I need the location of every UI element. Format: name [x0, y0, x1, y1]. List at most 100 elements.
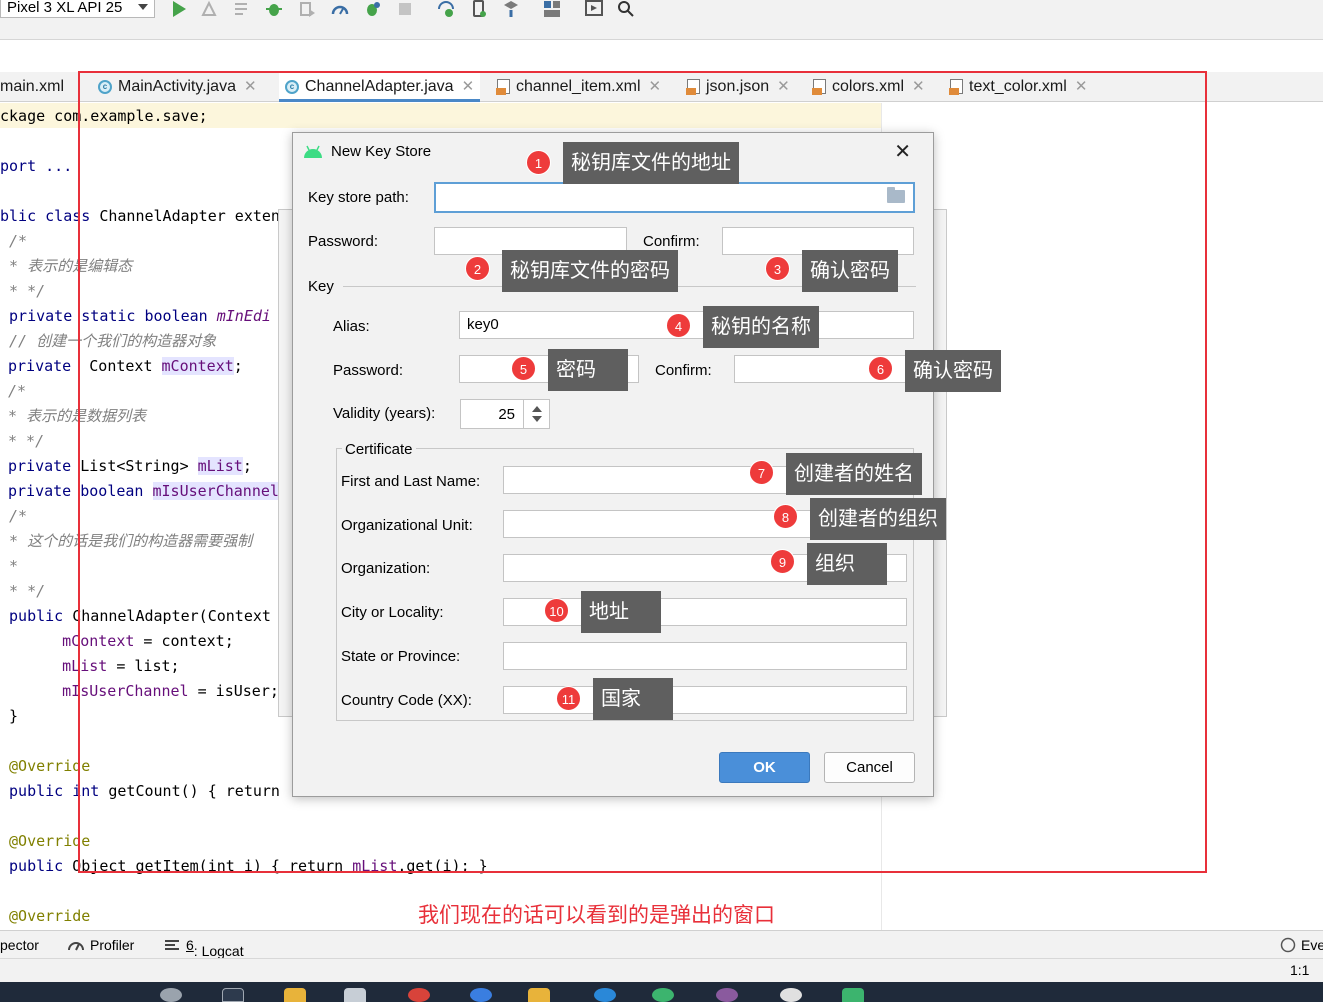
- android-studio-icon[interactable]: [842, 988, 864, 1002]
- close-icon[interactable]: ✕: [1075, 78, 1088, 95]
- run-icon[interactable]: [170, 0, 188, 18]
- attach-process-icon[interactable]: [363, 0, 381, 18]
- profile-icon[interactable]: [331, 0, 349, 18]
- task-view-icon[interactable]: [222, 988, 244, 1002]
- first-last-name-label: First and Last Name:: [341, 473, 481, 490]
- tab-label: ChannelAdapter.java: [305, 78, 454, 95]
- project-structure-icon[interactable]: [543, 0, 561, 18]
- annotation-number: 10: [544, 598, 569, 623]
- android-icon: [304, 145, 322, 158]
- close-icon[interactable]: ✕: [894, 139, 911, 164]
- code-line: private List<String> mList;: [8, 457, 252, 475]
- tab-colors-xml[interactable]: colors.xml ✕: [812, 72, 925, 102]
- close-icon[interactable]: ✕: [462, 78, 475, 95]
- app-icon[interactable]: [716, 988, 738, 1002]
- search-icon[interactable]: [617, 0, 635, 18]
- tab-json-json[interactable]: json.json ✕: [686, 72, 790, 102]
- annotation-number: 9: [770, 549, 795, 574]
- debug-icon[interactable]: [265, 0, 283, 18]
- caret-position[interactable]: 1:1: [1290, 962, 1309, 978]
- validity-label: Validity (years):: [333, 405, 436, 422]
- layout-inspector-button[interactable]: pector: [0, 937, 39, 953]
- attach-debugger-icon[interactable]: [298, 0, 316, 18]
- xml-file-icon: [949, 79, 963, 96]
- device-file-explorer-icon[interactable]: [585, 0, 603, 18]
- class-icon: c: [98, 79, 112, 94]
- store-icon[interactable]: [344, 988, 366, 1002]
- annotation-number: 5: [511, 356, 536, 381]
- sdk-manager-icon[interactable]: [502, 0, 520, 18]
- code-line: blic class ChannelAdapter exten: [0, 207, 280, 225]
- close-icon[interactable]: ✕: [912, 78, 925, 95]
- event-log-icon: [1280, 937, 1296, 953]
- ok-button[interactable]: OK: [719, 752, 810, 783]
- tab-mainactivity-java[interactable]: c MainActivity.java ✕: [98, 72, 257, 102]
- file-explorer-icon[interactable]: [284, 988, 306, 1002]
- xml-file-icon: [812, 79, 826, 96]
- validity-spinner[interactable]: 25: [460, 399, 550, 429]
- annotation-number: 4: [666, 313, 691, 338]
- app-icon[interactable]: [528, 988, 550, 1002]
- json-file-icon: [686, 79, 700, 96]
- keystore-password-label: Password:: [308, 233, 379, 250]
- sync-gradle-icon[interactable]: [437, 0, 455, 18]
- close-icon[interactable]: ✕: [244, 78, 257, 95]
- code-comment: /*: [0, 507, 28, 525]
- tab-channel-item-xml[interactable]: channel_item.xml ✕: [496, 72, 662, 102]
- alias-value: key0: [467, 316, 499, 333]
- city-label: City or Locality:: [341, 604, 444, 621]
- code-comment: /*: [0, 232, 28, 250]
- apply-code-changes-icon[interactable]: [233, 0, 251, 18]
- event-log-button[interactable]: Eve: [1301, 937, 1323, 953]
- chevron-up-icon[interactable]: [532, 406, 542, 412]
- code-annotation: @Override: [0, 907, 91, 925]
- search-icon[interactable]: [160, 988, 182, 1002]
- annotation-number: 2: [465, 256, 490, 281]
- profiler-button[interactable]: Profiler: [90, 937, 134, 953]
- logcat-button[interactable]: 6: Logcat: [186, 937, 244, 959]
- code-comment: // 创建一个我们的构造器对象: [0, 332, 217, 350]
- editor-tabs: main.xml c MainActivity.java ✕ c ChannelAda…: [0, 72, 1323, 102]
- annotation-label: 创建者的组织: [810, 498, 946, 540]
- tab-channeladapter-java[interactable]: c ChannelAdapter.java ✕: [279, 72, 481, 102]
- app-icon[interactable]: [594, 988, 616, 1002]
- device-selector[interactable]: Pixel 3 XL API 25: [0, 0, 155, 18]
- device-selector-label: Pixel 3 XL API 25: [7, 0, 123, 16]
- close-icon[interactable]: ✕: [649, 78, 662, 95]
- folder-icon[interactable]: [887, 187, 905, 203]
- tab-text-color-xml[interactable]: text_color.xml ✕: [949, 72, 1088, 102]
- annotation-label: 确认密码: [802, 250, 898, 292]
- chevron-down-icon[interactable]: [532, 416, 542, 422]
- annotation-label: 国家: [593, 678, 673, 720]
- tab-label: channel_item.xml: [516, 78, 641, 95]
- apply-changes-icon[interactable]: [200, 0, 218, 18]
- annotation-label: 秘钥的名称: [703, 306, 819, 348]
- annotation-number: 11: [556, 686, 581, 711]
- app-icon[interactable]: [470, 988, 492, 1002]
- annotation-number: 1: [526, 150, 551, 175]
- profiler-icon: [68, 942, 84, 951]
- spinner-arrows[interactable]: [523, 400, 549, 428]
- cancel-button[interactable]: Cancel: [824, 752, 915, 783]
- state-label: State or Province:: [341, 648, 461, 665]
- chrome-icon[interactable]: [780, 988, 802, 1002]
- wechat-icon[interactable]: [652, 988, 674, 1002]
- browser-icon[interactable]: [408, 988, 430, 1002]
- state-input[interactable]: [503, 642, 907, 670]
- annotation-label: 密码: [548, 349, 628, 391]
- code-comment: *: [0, 557, 19, 575]
- status-bar: 1:1: [0, 958, 1323, 982]
- avd-manager-icon[interactable]: [470, 0, 488, 18]
- stop-icon[interactable]: [396, 0, 414, 18]
- dialog-title: New Key Store: [331, 143, 432, 160]
- annotation-label: 确认密码: [905, 350, 1001, 392]
- org-unit-label: Organizational Unit:: [341, 517, 473, 534]
- annotation-number: 3: [765, 256, 790, 281]
- code-comment: /*: [8, 382, 27, 400]
- close-icon[interactable]: ✕: [777, 78, 790, 95]
- key-password-label: Password:: [333, 362, 404, 379]
- key-section-label: Key: [308, 278, 334, 295]
- keystore-path-input[interactable]: [434, 182, 915, 213]
- code-line: private Context mContext;: [8, 357, 243, 375]
- tab-main-xml[interactable]: main.xml: [0, 72, 64, 102]
